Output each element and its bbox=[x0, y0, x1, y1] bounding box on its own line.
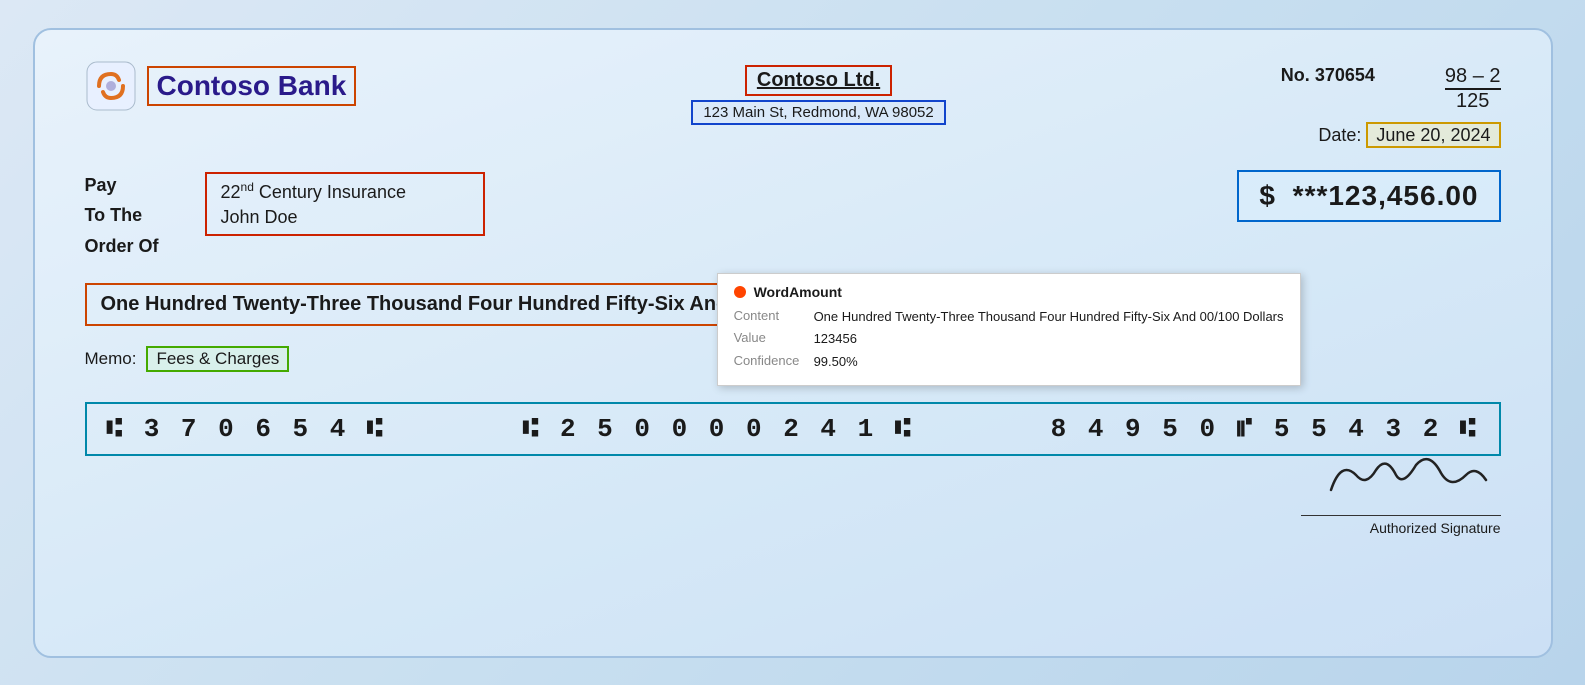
tooltip-content-value: One Hundred Twenty-Three Thousand Four H… bbox=[814, 308, 1284, 326]
tooltip-confidence-label: Confidence bbox=[734, 353, 804, 368]
payee-line1: 22nd Century Insurance bbox=[221, 180, 469, 203]
bank-logo-icon bbox=[85, 60, 137, 112]
micr-account: ⑆ 2 5 0 0 0 0 2 4 1 ⑆ bbox=[523, 414, 914, 444]
micr-check: 8 4 9 5 0 ⑈ 5 5 4 3 2 ⑆ bbox=[1051, 414, 1479, 444]
tooltip-content-row: Content One Hundred Twenty-Three Thousan… bbox=[734, 308, 1284, 326]
pay-row: Pay To The Order Of 22nd Century Insuran… bbox=[85, 170, 1501, 262]
tooltip-value-value: 123456 bbox=[814, 330, 857, 348]
tooltip-content-label: Content bbox=[734, 308, 804, 323]
pay-label: Pay To The Order Of bbox=[85, 170, 185, 262]
tooltip-indicator bbox=[734, 286, 746, 298]
bank-name: Contoso Bank bbox=[147, 66, 357, 106]
word-amount-tooltip: WordAmount Content One Hundred Twenty-Th… bbox=[717, 273, 1301, 386]
date-row: Date: June 20, 2024 bbox=[1318, 125, 1500, 146]
payee-box: 22nd Century Insurance John Doe bbox=[205, 172, 485, 236]
header-row: Contoso Bank Contoso Ltd. 123 Main St, R… bbox=[85, 60, 1501, 146]
signature-label: Authorized Signature bbox=[1301, 520, 1501, 536]
micr-row: ⑆ 3 7 0 6 5 4 ⑆ ⑆ 2 5 0 0 0 0 2 4 1 ⑆ 8 … bbox=[85, 402, 1501, 456]
memo-label: Memo: bbox=[85, 349, 137, 369]
check-number: No. 370654 bbox=[1281, 65, 1375, 86]
date-value: June 20, 2024 bbox=[1366, 122, 1500, 148]
memo-value: Fees & Charges bbox=[146, 346, 289, 372]
tooltip-field-name: WordAmount bbox=[754, 284, 842, 300]
tooltip-confidence-row: Confidence 99.50% bbox=[734, 353, 1284, 371]
check-number-area: No. 370654 98 – 2 125 Date: June 20, 202… bbox=[1281, 65, 1501, 146]
company-info: Contoso Ltd. 123 Main St, Redmond, WA 98… bbox=[691, 65, 945, 125]
tooltip-header: WordAmount bbox=[734, 284, 1284, 300]
tooltip-value-label: Value bbox=[734, 330, 804, 345]
signature-line bbox=[1301, 515, 1501, 516]
check-document: Contoso Bank Contoso Ltd. 123 Main St, R… bbox=[33, 28, 1553, 658]
tooltip-confidence-value: 99.50% bbox=[814, 353, 858, 371]
word-amount-row: One Hundred Twenty-Three Thousand Four H… bbox=[85, 283, 1501, 326]
amount-value: ***123,456.00 bbox=[1293, 180, 1479, 211]
currency-symbol: $ bbox=[1259, 180, 1276, 211]
company-name: Contoso Ltd. bbox=[745, 65, 892, 96]
signature-image bbox=[1301, 445, 1501, 513]
company-address: 123 Main St, Redmond, WA 98052 bbox=[691, 100, 945, 125]
amount-box: $ ***123,456.00 bbox=[1237, 170, 1500, 222]
bank-logo-area: Contoso Bank bbox=[85, 60, 357, 112]
number-fraction-row: No. 370654 98 – 2 125 bbox=[1281, 65, 1501, 113]
signature-area: Authorized Signature bbox=[1301, 445, 1501, 536]
tooltip-value-row: Value 123456 bbox=[734, 330, 1284, 348]
micr-routing: ⑆ 3 7 0 6 5 4 ⑆ bbox=[107, 414, 386, 444]
routing-fraction: 98 – 2 125 bbox=[1445, 65, 1501, 113]
payee-line2: John Doe bbox=[221, 207, 469, 228]
